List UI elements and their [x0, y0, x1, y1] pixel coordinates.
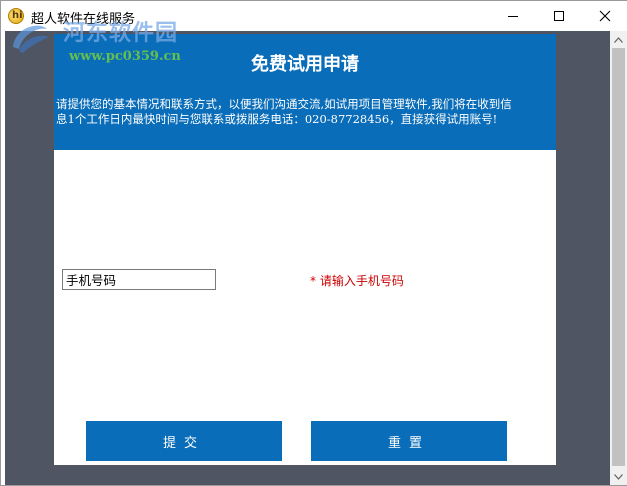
scroll-down-button[interactable]	[610, 468, 627, 485]
watermark-logo	[13, 25, 49, 53]
close-button[interactable]	[582, 1, 627, 31]
maximize-icon	[554, 11, 564, 21]
scrollbar-thumb[interactable]	[612, 48, 625, 466]
maximize-button[interactable]	[536, 1, 582, 31]
app-window: hi 超人软件在线服务 免费试用申请 请提供您的基本情况和联系方式，以便我们沟通…	[0, 0, 627, 486]
phone-input[interactable]	[62, 269, 216, 290]
chevron-down-icon	[614, 473, 623, 480]
trial-form-panel: 免费试用申请 请提供您的基本情况和联系方式，以便我们沟通交流,如试用项目管理软件…	[54, 34, 556, 465]
vertical-scrollbar[interactable]	[610, 31, 627, 485]
watermark-url: www.pc0359.cn	[69, 49, 181, 64]
phone-hint: * 请输入手机号码	[310, 274, 404, 288]
close-icon	[599, 10, 611, 22]
minimize-button[interactable]	[490, 1, 536, 31]
scroll-up-button[interactable]	[610, 31, 627, 48]
submit-button[interactable]: 提交	[86, 421, 282, 461]
form-description: 请提供您的基本情况和联系方式，以便我们沟通交流,如试用项目管理软件,我们将在收到…	[56, 97, 512, 126]
chevron-up-icon	[614, 36, 623, 43]
watermark-site-name: 河东软件园	[63, 20, 179, 46]
minimize-icon	[508, 15, 518, 17]
reset-button[interactable]: 重置	[311, 421, 507, 461]
